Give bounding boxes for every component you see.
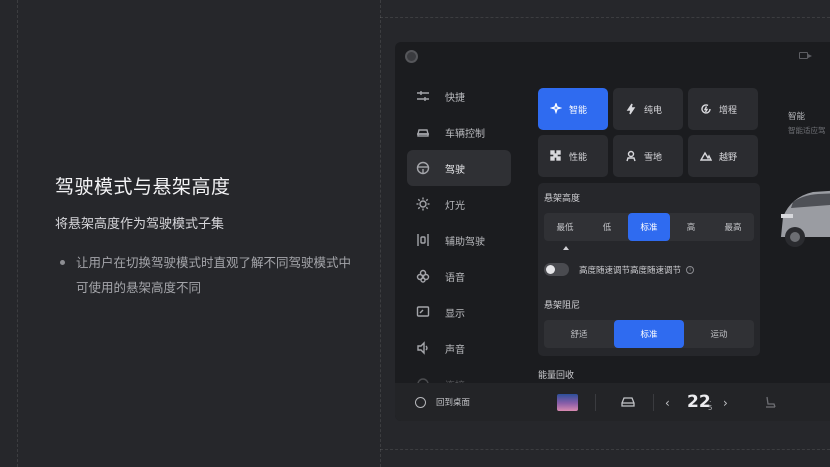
temp-down-icon[interactable]: ‹ bbox=[665, 396, 670, 410]
temperature-decimal: .5 bbox=[708, 396, 712, 412]
steering-wheel-icon bbox=[415, 160, 431, 176]
car-image bbox=[781, 190, 830, 247]
bullet-dot bbox=[60, 260, 65, 265]
bottom-dock: 回到桌面 ‹ 22 .5 › bbox=[395, 383, 830, 421]
preview-mode-title: 智能 bbox=[788, 112, 806, 122]
height-speed-toggle[interactable] bbox=[544, 263, 569, 276]
mode-label: 性能 bbox=[569, 152, 588, 163]
mode-offroad-button[interactable]: 越野 bbox=[688, 135, 758, 177]
bullet-text: 让用户在切换驾驶模式时直观了解不同驾驶模式中可使用的悬架高度不同 bbox=[76, 255, 352, 295]
preview-mode-subtitle: 智能适应驾 bbox=[788, 126, 826, 135]
damping-option-comfort[interactable]: 舒适 bbox=[544, 320, 614, 348]
sun-icon bbox=[415, 196, 431, 212]
sidebar-item-label: 语音 bbox=[445, 272, 465, 284]
guide-line bbox=[17, 0, 18, 467]
height-option-standard[interactable]: 标准 bbox=[628, 213, 670, 241]
suspension-damping-selector: 舒适 标准 运动 bbox=[544, 320, 754, 348]
flower-icon bbox=[415, 268, 431, 284]
sparkle-car-icon bbox=[549, 103, 562, 116]
mode-label: 纯电 bbox=[644, 105, 663, 116]
sidebar-item-sound[interactable]: 声音 bbox=[407, 330, 511, 366]
sidebar-item-label: 驾驶 bbox=[445, 164, 465, 176]
temperature-dot: . bbox=[709, 396, 712, 404]
sidebar-item-label: 快捷 bbox=[445, 92, 465, 104]
sidebar-item-label: 车辆控制 bbox=[445, 128, 485, 140]
temperature-decimal-digit: 5 bbox=[708, 404, 713, 412]
refresh-bolt-icon bbox=[699, 103, 712, 116]
slide-subtitle: 将悬架高度作为驾驶模式子集 bbox=[55, 217, 225, 232]
sidebar-item-lights[interactable]: 灯光 bbox=[407, 186, 511, 222]
sliders-icon bbox=[415, 88, 431, 104]
height-option-low[interactable]: 低 bbox=[586, 213, 628, 241]
suspension-damping-label: 悬架阻尼 bbox=[544, 301, 581, 311]
height-speed-toggle-label: 高度随速调节高度随速调节 bbox=[579, 265, 682, 276]
sidebar-item-voice[interactable]: 语音 bbox=[407, 258, 511, 294]
height-option-high[interactable]: 高 bbox=[670, 213, 712, 241]
height-option-lowest[interactable]: 最低 bbox=[544, 213, 586, 241]
vehicle-icon[interactable] bbox=[620, 396, 636, 408]
temp-up-icon[interactable]: › bbox=[723, 396, 728, 410]
display-icon bbox=[415, 304, 431, 320]
sidebar-item-label: 辅助驾驶 bbox=[445, 236, 485, 248]
height-option-highest[interactable]: 最高 bbox=[712, 213, 754, 241]
sidebar-item-display[interactable]: 显示 bbox=[407, 294, 511, 330]
mode-label: 增程 bbox=[719, 105, 738, 116]
sidebar-item-label: 声音 bbox=[445, 344, 465, 356]
mode-label: 雪地 bbox=[644, 152, 663, 163]
divider bbox=[595, 394, 596, 411]
slide-title: 驾驶模式与悬架高度 bbox=[55, 176, 231, 198]
sidebar-item-vehicle-control[interactable]: 车辆控制 bbox=[407, 114, 511, 150]
damping-option-sport[interactable]: 运动 bbox=[684, 320, 754, 348]
sidebar-item-driver-assist[interactable]: 辅助驾驶 bbox=[407, 222, 511, 258]
home-label[interactable]: 回到桌面 bbox=[436, 396, 470, 408]
mode-snow-button[interactable]: 雪地 bbox=[613, 135, 683, 177]
seat-icon[interactable] bbox=[763, 395, 777, 409]
checker-flag-icon bbox=[549, 150, 562, 163]
bolt-icon bbox=[624, 103, 637, 116]
sidebar-item-shortcuts[interactable]: 快捷 bbox=[407, 78, 511, 114]
home-icon[interactable] bbox=[415, 396, 426, 408]
guide-line bbox=[380, 0, 381, 467]
mountain-icon bbox=[699, 150, 712, 163]
mode-range-extend-button[interactable]: 增程 bbox=[688, 88, 758, 130]
settings-sidebar: 快捷 车辆控制 驾驶 灯光 辅助驾驶 语音 显示 声音 bbox=[407, 78, 511, 402]
suspension-height-selector: 最低 低 标准 高 最高 bbox=[544, 213, 754, 241]
media-thumbnail[interactable] bbox=[557, 394, 578, 411]
sidebar-item-label: 灯光 bbox=[445, 200, 465, 212]
info-icon[interactable]: i bbox=[686, 265, 695, 274]
avatar-icon[interactable] bbox=[405, 50, 418, 63]
drive-mode-grid: 智能 纯电 增程 性能 雪地 越野 bbox=[538, 88, 760, 177]
mode-ev-button[interactable]: 纯电 bbox=[613, 88, 683, 130]
sidebar-item-driving[interactable]: 驾驶 bbox=[407, 150, 511, 186]
sidebar-item-label: 显示 bbox=[445, 308, 465, 320]
energy-recovery-label: 能量回收 bbox=[538, 371, 575, 381]
suspension-height-label: 悬架高度 bbox=[544, 194, 581, 204]
lane-icon bbox=[415, 232, 431, 248]
camera-icon[interactable] bbox=[799, 52, 812, 59]
car-screen: 快捷 车辆控制 驾驶 灯光 辅助驾驶 语音 显示 声音 智能 纯电 增程 性能 … bbox=[395, 42, 830, 421]
guide-line bbox=[380, 449, 830, 450]
height-speed-toggle-row: 高度随速调节高度随速调节 i bbox=[544, 263, 754, 276]
mode-performance-button[interactable]: 性能 bbox=[538, 135, 608, 177]
car-icon bbox=[415, 124, 431, 140]
damping-option-standard[interactable]: 标准 bbox=[614, 320, 684, 348]
mode-label: 智能 bbox=[569, 105, 588, 116]
caret-up-icon bbox=[563, 246, 569, 250]
mode-smart-button[interactable]: 智能 bbox=[538, 88, 608, 130]
speaker-icon bbox=[415, 340, 431, 356]
slide-bullet: 让用户在切换驾驶模式时直观了解不同驾驶模式中可使用的悬架高度不同 bbox=[60, 250, 360, 300]
snow-car-icon bbox=[624, 150, 637, 163]
divider bbox=[653, 394, 654, 411]
suspension-panel: 悬架高度 最低 低 标准 高 最高 高度随速调节高度随速调节 i 悬架阻尼 舒适… bbox=[538, 183, 760, 356]
driving-settings: 智能 纯电 增程 性能 雪地 越野 悬架高度 最低 低 标准 高 最高 高度随速… bbox=[538, 88, 760, 356]
mode-label: 越野 bbox=[719, 152, 738, 163]
guide-line bbox=[380, 17, 830, 18]
